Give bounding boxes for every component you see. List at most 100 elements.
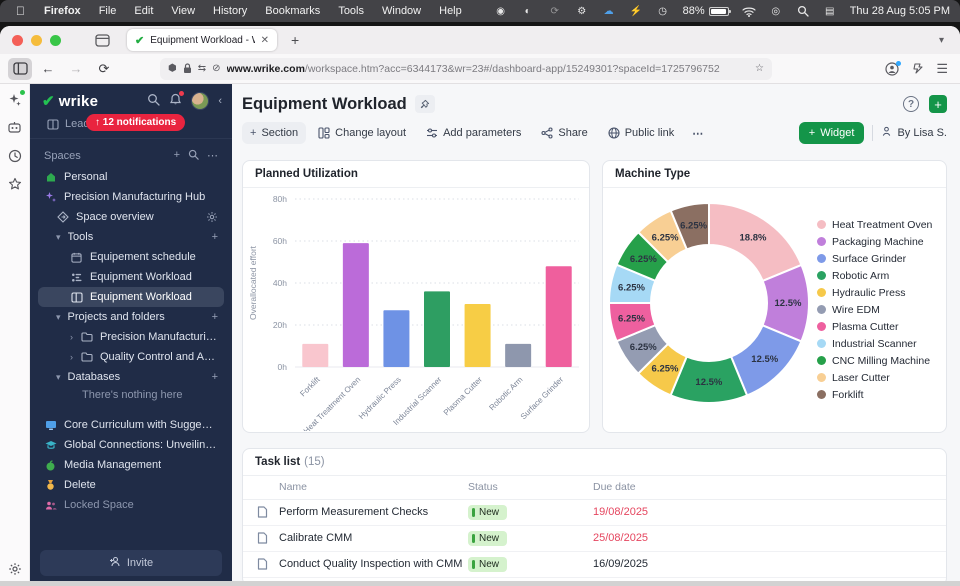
sidebar-settings-gear-icon[interactable] [8,562,22,576]
app-menu-icon[interactable]: ☰ [936,61,948,77]
author-byline[interactable]: By Lisa S. [881,126,947,140]
expand-chevron-icon[interactable]: › [70,332,73,342]
url-bar[interactable]: ⬢ ⇆ ⊘ www.wrike.com/workspace.htm?acc=63… [160,58,772,80]
legend-item[interactable]: Industrial Scanner [817,335,932,352]
share-button[interactable]: Share [533,122,595,144]
legend-item[interactable]: Hydraulic Press [817,284,932,301]
user-avatar[interactable] [191,92,209,110]
spaces-more-icon[interactable]: ⋯ [207,149,218,163]
legend-item[interactable]: CNC Milling Machine [817,352,932,369]
ai-chatbot-icon[interactable] [7,92,22,107]
bar-forklift[interactable] [302,344,328,367]
sidebar-toggle-button[interactable] [8,58,32,80]
search-spaces-icon[interactable] [188,149,199,163]
task-name[interactable]: Conduct Quality Inspection with CMM [243,558,468,570]
bar-robotic-arm[interactable] [505,344,531,367]
add-tool-icon[interactable]: + [212,231,218,243]
invite-button[interactable]: Invite [40,550,222,576]
wifi-icon[interactable] [742,4,756,18]
sidebar-item-delete[interactable]: Delete [38,475,224,495]
legend-item[interactable]: Heat Treatment Oven [817,216,932,233]
notifications-blocked-icon[interactable]: ⊘ [212,63,220,74]
bar-plasma-cutter[interactable] [465,304,491,367]
new-tab-button[interactable]: + [291,32,299,48]
sidebar-item-quality-control[interactable]: › Quality Control and Assembly [38,347,224,367]
legend-item[interactable]: Surface Grinder [817,250,932,267]
app-status-icon[interactable]: ⚙ [575,4,589,18]
notifications-badge[interactable]: ↑ 12 notifications [86,114,185,131]
legend-item[interactable]: Packaging Machine [817,233,932,250]
bookmark-star-icon[interactable]: ☆ [755,63,764,74]
space-settings-gear-icon[interactable] [206,211,218,223]
status-badge[interactable]: New [468,557,507,572]
sync-status-icon[interactable]: ⟳ [548,4,562,18]
bar-surface-grinder[interactable] [546,266,572,367]
sidebar-search-icon[interactable] [147,93,160,109]
back-button[interactable]: ← [36,58,60,80]
bolt-status-icon[interactable]: ⚡ [629,4,643,18]
bar-heat-treatment-oven[interactable] [343,243,369,367]
task-name[interactable]: Calibrate CMM [243,532,468,544]
change-layout-button[interactable]: Change layout [310,122,414,144]
spotlight-search-icon[interactable] [796,4,810,18]
expand-chevron-icon[interactable]: › [70,352,73,362]
help-button[interactable]: ? [903,96,919,112]
sidebar-item-space-overview[interactable]: Space overview [38,207,224,227]
reload-button[interactable]: ⟳ [92,58,116,80]
extensions-icon[interactable] [911,62,924,75]
add-button[interactable]: + [929,95,947,113]
history-clock-icon[interactable] [8,149,22,163]
tab-overflow-icon[interactable]: ▾ [939,35,944,46]
forward-button[interactable]: → [64,58,88,80]
sidebar-item-global-connections[interactable]: Global Connections: Unveiling Travel ... [38,435,224,455]
shield-status-icon[interactable]: ◐ [521,4,535,18]
menu-edit[interactable]: Edit [125,5,162,17]
active-tab[interactable]: ✔ Equipment Workload - Wrike ✕ [127,29,277,51]
tools-group-header[interactable]: ▾ Tools + [38,227,224,247]
firefox-view-icon[interactable] [89,30,115,50]
bookmarks-star-icon[interactable] [8,177,22,191]
permissions-icon[interactable]: ⇆ [198,63,206,74]
status-badge[interactable]: New [468,505,507,520]
account-icon[interactable] [885,62,899,76]
sidebar-item-equipement-schedule[interactable]: Equipement schedule [38,247,224,267]
menu-bookmarks[interactable]: Bookmarks [256,5,329,17]
window-controls[interactable] [12,35,61,46]
add-space-icon[interactable]: + [174,149,180,163]
battery-indicator[interactable]: 88% [683,5,729,17]
bar-industrial-scanner[interactable] [424,291,450,367]
record-status-icon[interactable]: ◉ [494,4,508,18]
lead-item[interactable]: Lead ↑ 12 notifications [30,114,232,139]
sidebar-item-locked-space[interactable]: Locked Space [38,495,224,515]
add-parameters-button[interactable]: Add parameters [418,122,529,144]
sidebar-item-precision-operations[interactable]: › Precision Manufacturing Opera... [38,327,224,347]
apple-menu-icon[interactable]:  [16,4,25,18]
collapse-sidebar-icon[interactable]: ‹ [218,95,222,107]
add-widget-button[interactable]: +Widget [799,122,865,144]
menu-history[interactable]: History [204,5,256,17]
control-center-icon[interactable]: ▤ [823,4,837,18]
tracking-shield-icon[interactable]: ⬢ [168,63,177,74]
menu-window[interactable]: Window [373,5,430,17]
close-tab-icon[interactable]: ✕ [261,35,269,46]
sidebar-item-core-curriculum[interactable]: Core Curriculum with Suggested Proj... [38,415,224,435]
wrike-logo[interactable]: ✔wrike [42,92,98,110]
cloud-status-icon[interactable]: ☁ [602,4,616,18]
add-section-button[interactable]: + Section [242,122,306,144]
machine-assistant-icon[interactable] [7,121,22,135]
minimize-window-button[interactable] [31,35,42,46]
public-link-button[interactable]: Public link [600,122,683,144]
headphones-icon[interactable]: ◎ [769,4,783,18]
databases-group-header[interactable]: ▾ Databases + [38,367,224,387]
projects-group-header[interactable]: ▾ Projects and folders + [38,307,224,327]
menu-file[interactable]: File [90,5,126,17]
legend-item[interactable]: Wire EDM [817,301,932,318]
task-row[interactable]: Perform Measurement ChecksNew19/08/2025 [243,500,946,526]
task-name[interactable]: Perform Measurement Checks [243,506,468,518]
menu-tools[interactable]: Tools [329,5,373,17]
legend-item[interactable]: Laser Cutter [817,369,932,386]
notifications-bell-icon[interactable] [169,93,182,109]
sidebar-item-media-management[interactable]: Media Management [38,455,224,475]
pin-icon[interactable] [415,95,435,113]
add-database-icon[interactable]: + [212,371,218,383]
